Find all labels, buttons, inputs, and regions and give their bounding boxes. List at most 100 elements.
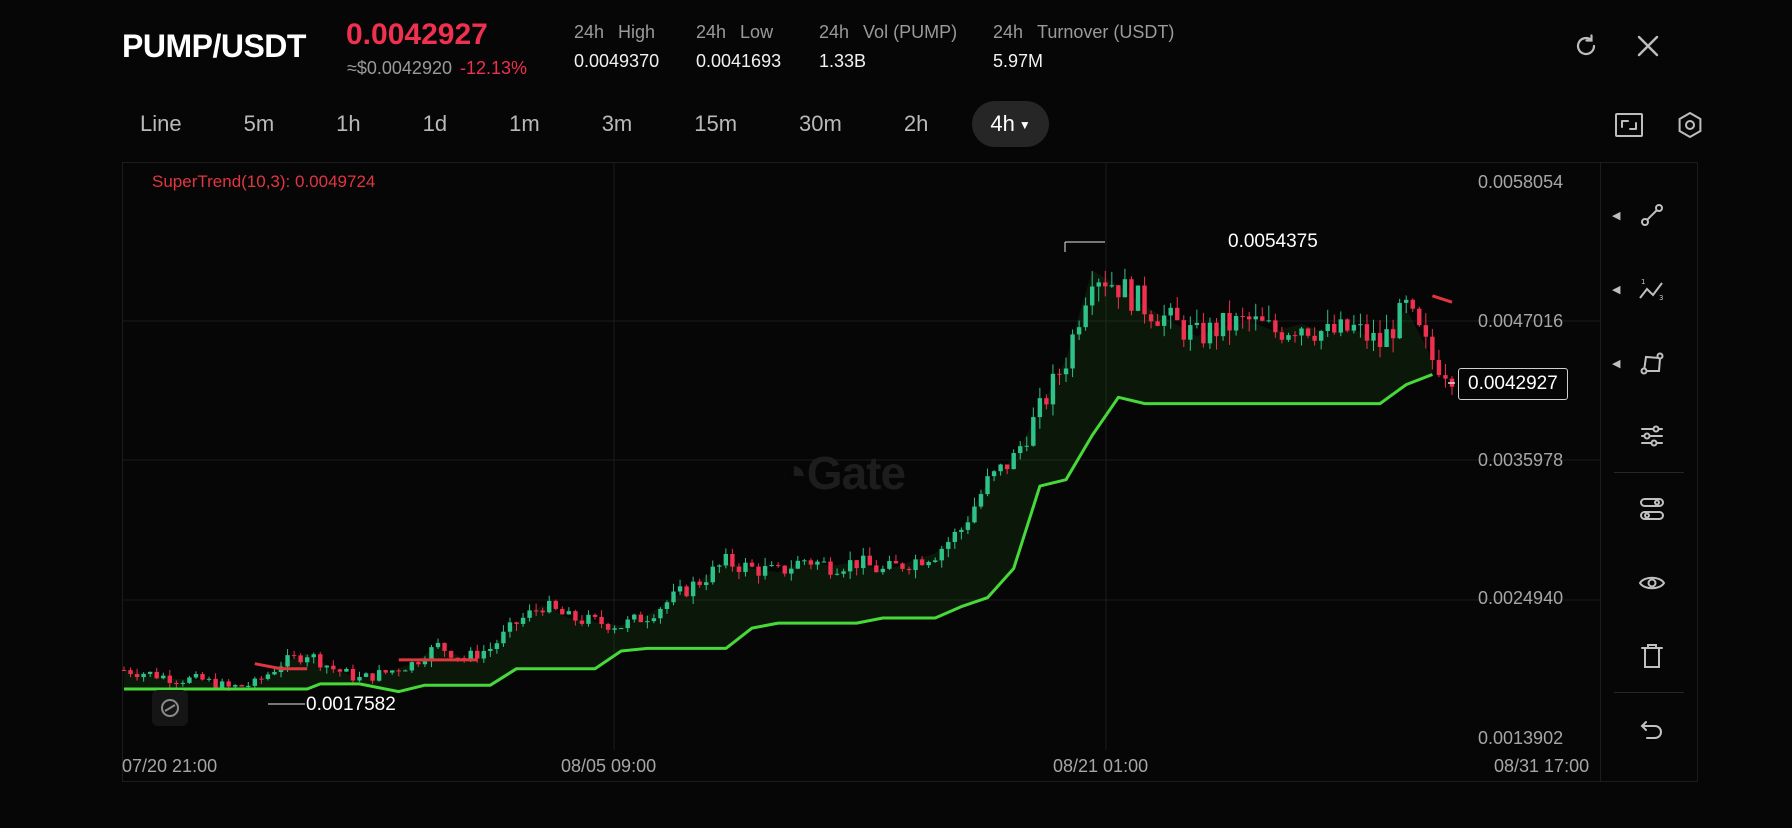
stat-value: 0.0041693 [696, 51, 782, 71]
tab-1h[interactable]: 1h [318, 101, 378, 147]
candle-body [1227, 312, 1232, 331]
exchange-badge-icon[interactable] [152, 690, 188, 726]
candle-body [658, 608, 663, 619]
shape-tool-icon[interactable] [1630, 341, 1674, 385]
candle-body [527, 610, 532, 618]
candle-body [1292, 335, 1298, 337]
candle-body [435, 642, 441, 648]
candle-body [396, 670, 401, 672]
candle-body [1116, 285, 1121, 298]
candle-body [560, 608, 565, 615]
candle-body [1247, 316, 1252, 320]
supertrend-up-line [124, 373, 1433, 694]
candle-body [1031, 417, 1036, 446]
candle-body [553, 600, 558, 609]
candle-body [932, 560, 938, 562]
candle-body [959, 529, 964, 532]
candle-body [409, 662, 415, 671]
candle-body [1436, 360, 1442, 376]
tab-3m[interactable]: 3m [584, 101, 651, 147]
candle-body [1240, 316, 1245, 318]
fullscreen-toggle-icon[interactable] [1612, 108, 1646, 142]
candle-body [1201, 322, 1206, 344]
pair-title[interactable]: PUMP/USDT [122, 28, 306, 65]
chart-settings-icon[interactable] [1673, 108, 1707, 142]
tab-5m[interactable]: 5m [226, 101, 293, 147]
candle-body [1390, 329, 1396, 339]
candle-body [566, 611, 572, 615]
candle-body [403, 670, 408, 672]
candle-body [161, 675, 166, 679]
delete-trash-icon[interactable] [1630, 634, 1674, 678]
candle-body [1351, 324, 1357, 331]
expand-left-icon[interactable]: ◀ [1612, 209, 1622, 222]
candle-body [285, 655, 290, 667]
candle-body [265, 674, 271, 679]
candle-body [383, 670, 388, 673]
candle-body [1018, 446, 1023, 454]
rotate-screen-icon[interactable] [1570, 30, 1602, 62]
candle-body [690, 581, 696, 597]
visibility-eye-icon[interactable] [1630, 561, 1674, 605]
candle-body [612, 628, 617, 630]
candle-body [867, 555, 872, 566]
candle-body [167, 675, 172, 684]
candle-body [416, 662, 421, 665]
candle-body [1430, 336, 1435, 361]
trend-line-tool-icon[interactable] [1630, 193, 1674, 237]
tab-15m[interactable]: 15m [676, 101, 755, 147]
candle-body [1384, 329, 1389, 347]
candle-body [1011, 453, 1016, 470]
candle-body [1443, 375, 1448, 379]
candle-body [717, 565, 722, 567]
stat-value: 0.0049370 [574, 51, 660, 71]
candle-body [697, 581, 702, 585]
candle-body [815, 561, 820, 565]
expand-left-icon[interactable]: ◀ [1612, 357, 1622, 370]
candle-body [887, 561, 892, 569]
interval-tabs: Line 5m 1h 1d 1m 3m 15m 30m 2h 4h ▼ [122, 100, 1049, 148]
stat-label: Vol (PUMP) [863, 22, 958, 42]
candle-body [893, 561, 899, 564]
candle-body [723, 553, 729, 566]
approx-usd-price: ≈$0.0042920 -12.13% [347, 58, 527, 79]
candle-body [1423, 325, 1429, 337]
tab-4h[interactable]: 4h ▼ [972, 101, 1049, 147]
stat-24h-low: 24h Low 0.0041693 [696, 22, 781, 72]
candle-body [141, 673, 146, 678]
stat-24h-high: 24h High 0.0049370 [574, 22, 659, 72]
candle-body [1181, 320, 1186, 340]
tab-30m[interactable]: 30m [781, 101, 860, 147]
candle-body [1364, 324, 1370, 341]
candle-body [475, 650, 480, 659]
candle-body [789, 568, 794, 574]
candle-body [390, 670, 395, 673]
candle-body [736, 566, 742, 572]
tab-1d[interactable]: 1d [405, 101, 465, 147]
candle-body [769, 565, 774, 567]
candle-body [645, 621, 650, 623]
candle-body [1089, 286, 1095, 306]
candle-body [618, 628, 624, 630]
candle-body [422, 661, 428, 665]
candle-body [605, 623, 611, 630]
expand-left-icon[interactable]: ◀ [1612, 283, 1622, 296]
candle-body [1129, 279, 1134, 311]
candle-body [304, 657, 310, 663]
close-icon[interactable] [1632, 30, 1664, 62]
high-price-annotation: 0.0054375 [1228, 231, 1318, 252]
candle-body [926, 561, 931, 566]
candle-body [370, 673, 375, 681]
tab-1m[interactable]: 1m [491, 101, 558, 147]
tab-2h[interactable]: 2h [886, 101, 946, 147]
undo-icon[interactable] [1630, 708, 1674, 752]
candle-body [533, 610, 539, 612]
y-tick-label: 0.0013902 [1478, 728, 1564, 748]
fib-tool-icon[interactable]: 13 [1630, 267, 1674, 311]
adjust-sliders-icon[interactable] [1630, 414, 1674, 458]
indicator-settings-icon[interactable] [1630, 487, 1674, 531]
candle-body [861, 555, 866, 569]
candle-body [494, 643, 500, 649]
candle-body [1024, 445, 1029, 447]
tab-line[interactable]: Line [122, 101, 200, 147]
